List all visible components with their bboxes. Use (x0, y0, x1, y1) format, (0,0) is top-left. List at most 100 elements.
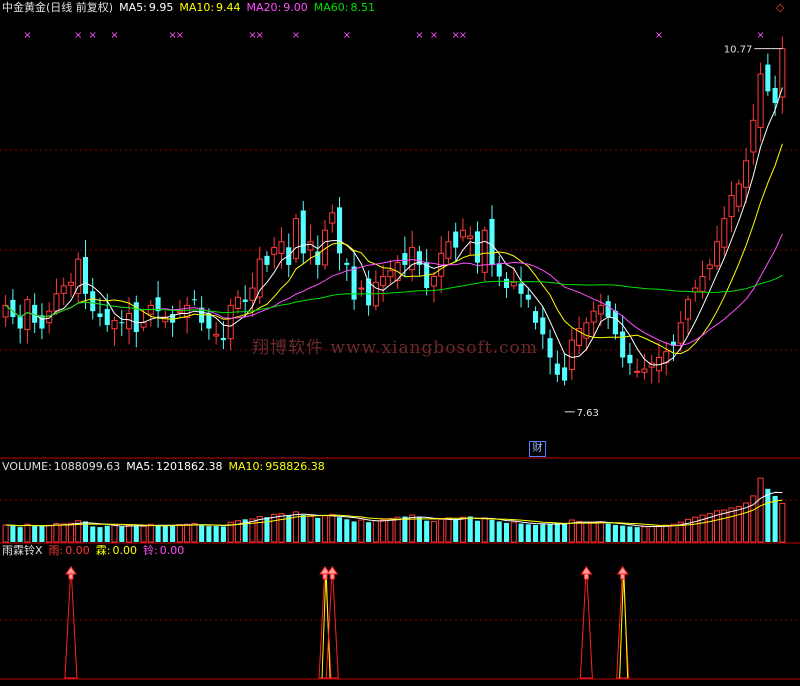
candle-body (765, 64, 771, 92)
candle-body (750, 119, 757, 153)
volume-bar (351, 521, 357, 542)
volume-bar (67, 522, 75, 543)
volume-bar (481, 517, 488, 543)
candle-body (525, 294, 531, 300)
signal-arrow (616, 566, 629, 575)
volume-bar (162, 525, 168, 542)
indicator-s2-value: 0.00 (112, 544, 137, 557)
candle-body (292, 218, 300, 259)
candle-body (743, 160, 750, 188)
signal-arrow-stem (322, 573, 328, 580)
volume-bar (10, 525, 16, 542)
volume-bar (670, 523, 677, 543)
diamond-icon[interactable]: ◇ (776, 1, 784, 14)
volume-bar (337, 517, 343, 542)
candle-body (533, 311, 539, 323)
candle-body (554, 363, 560, 375)
candle-body (67, 281, 75, 286)
volume-bar (772, 495, 778, 542)
ma60-value: 8.51 (350, 1, 375, 14)
candle-body (119, 322, 125, 324)
volume-bar (119, 526, 125, 542)
candle-body (692, 287, 699, 293)
volume-bar (90, 526, 96, 542)
candle-body (721, 218, 728, 248)
candle-body (82, 256, 89, 294)
candle-body (430, 275, 437, 287)
volume-bar (104, 525, 110, 542)
signal-x-marker: × (176, 30, 184, 41)
signal-x-marker: × (256, 30, 264, 41)
candle-body (627, 354, 633, 364)
ma20-label: MA20: (246, 1, 282, 14)
volume-bar (60, 523, 67, 543)
candle-body (300, 210, 306, 254)
signal-spike (64, 565, 78, 679)
candle-body (60, 285, 67, 294)
candle-body (249, 287, 256, 301)
indicator-name: 雨霖铃X (2, 544, 43, 557)
candle-body (10, 299, 16, 317)
volume-bar (525, 524, 531, 542)
volume-ma10-label: MA10: (228, 460, 264, 473)
volume-bar (728, 507, 735, 543)
candle-body (271, 247, 278, 255)
candle-body (227, 304, 234, 340)
volume-bar (170, 525, 176, 542)
candle-body (242, 299, 248, 302)
volume-bar (2, 524, 9, 543)
volume-bar (24, 523, 31, 543)
ma5-value: 9.95 (148, 1, 174, 14)
volume-bar (315, 517, 321, 542)
candle-body (677, 322, 684, 344)
candle-body (176, 310, 183, 314)
candle-body (402, 253, 408, 265)
volume-bar (191, 523, 198, 543)
price-header: 中金黄金(日线 前复权) MA5: 9.95 MA10: 9.44 MA20: 9.00 MA… (2, 1, 381, 15)
indicator-s1-value: 0.00 (65, 544, 90, 557)
volume-bar (140, 525, 147, 543)
candle-body (75, 258, 82, 294)
volume-bar (510, 521, 517, 543)
candle-body (278, 241, 285, 254)
candle-body (351, 266, 357, 300)
volume-bar (533, 524, 539, 542)
volume-ma5-label: MA5: (126, 460, 154, 473)
signal-arrow-stem (329, 573, 335, 580)
candle-body (53, 293, 60, 312)
volume-bar (655, 525, 663, 543)
signal-x-marker: × (756, 30, 764, 41)
candle-body (307, 241, 314, 251)
volume-bar (438, 518, 445, 543)
volume-bar (321, 515, 329, 543)
volume-bar (445, 517, 452, 543)
candle-body (111, 319, 118, 330)
signal-x-marker: × (415, 30, 423, 41)
volume-bar (641, 526, 648, 543)
volume-bar (111, 524, 118, 543)
volume-bar (430, 520, 437, 543)
volume-bar (620, 525, 626, 542)
candle-body (220, 337, 226, 341)
candle-body (620, 331, 626, 358)
candle-body (474, 231, 481, 263)
volume-bar (489, 520, 495, 542)
volume-bar (765, 488, 771, 542)
candle-body (496, 264, 502, 277)
candle-body (453, 231, 459, 248)
volume-bar (155, 524, 161, 542)
candle-body (234, 296, 241, 309)
volume-bar (590, 522, 597, 543)
volume-bar (518, 523, 524, 542)
volume-bar (147, 523, 154, 543)
volume-bar (133, 525, 139, 542)
volume-bar (496, 521, 502, 542)
volume-bar (735, 506, 742, 543)
cai-badge[interactable]: 财 (529, 441, 546, 457)
candle-body (706, 264, 713, 270)
signal-arrow (580, 566, 593, 575)
volume-bar (459, 516, 467, 543)
signal-x-marker: × (89, 30, 97, 41)
volume-bar (743, 502, 750, 543)
volume-bar (394, 516, 401, 543)
